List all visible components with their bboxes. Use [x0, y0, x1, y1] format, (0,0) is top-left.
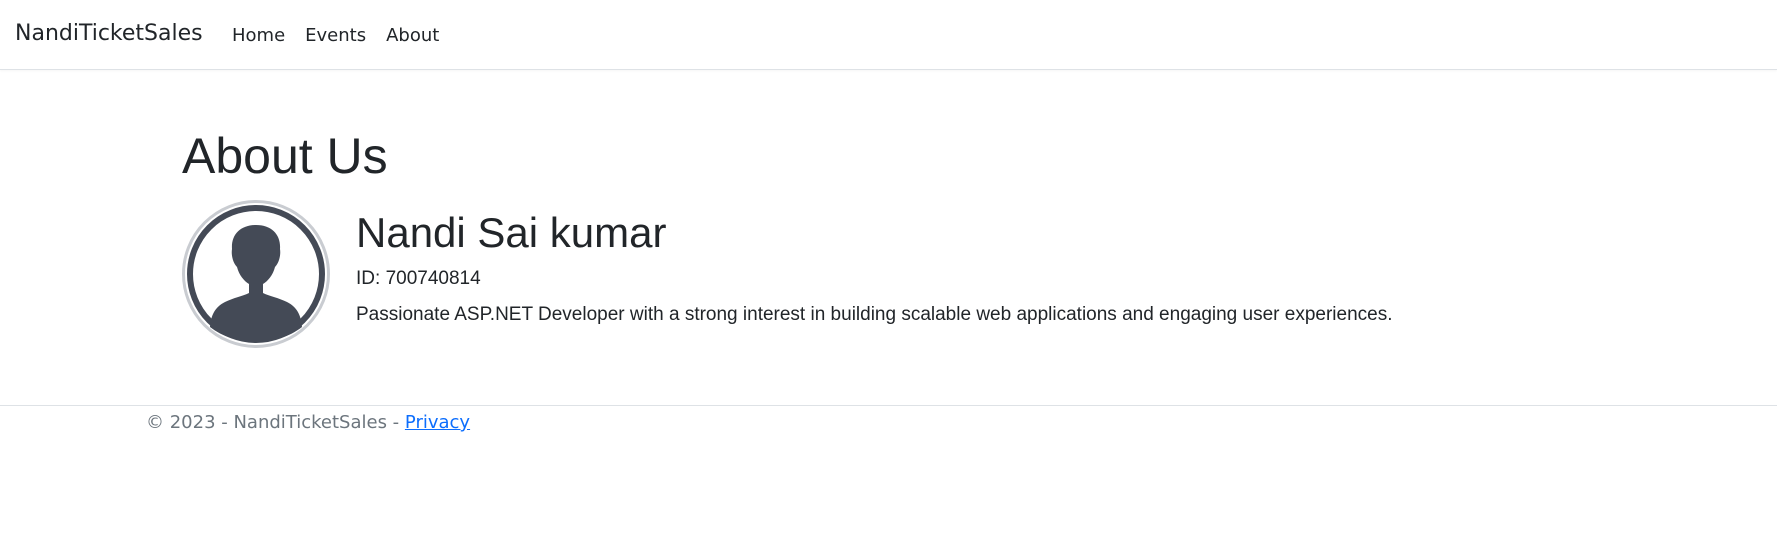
profile-id-value: 700740814 [385, 268, 481, 289]
avatar [182, 200, 330, 348]
nav-link-about[interactable]: About [386, 25, 439, 46]
footer-copyright: © 2023 - NandiTicketSales - [146, 412, 405, 433]
main-content: About Us Nandi Sai kumar ID: 700740814 P… [182, 126, 1582, 348]
profile-info: Nandi Sai kumar ID: 700740814 Passionate… [356, 200, 1393, 328]
profile-name: Nandi Sai kumar [356, 209, 667, 256]
profile-id-label: ID: [356, 268, 381, 289]
footer: © 2023 - NandiTicketSales - Privacy [0, 405, 1777, 433]
nav-link-home[interactable]: Home [232, 25, 285, 46]
nav-links: Home Events About [232, 25, 439, 46]
user-silhouette-icon [187, 205, 325, 343]
profile-id: ID: 700740814 [356, 266, 1393, 292]
page-title: About Us [182, 128, 388, 184]
profile-bio: Passionate ASP.NET Developer with a stro… [356, 304, 1393, 325]
navbar: NandiTicketSales Home Events About [0, 0, 1777, 70]
footer-text: © 2023 - NandiTicketSales - Privacy [146, 412, 470, 433]
brand-link[interactable]: NandiTicketSales [15, 21, 203, 46]
profile-card: Nandi Sai kumar ID: 700740814 Passionate… [182, 200, 1393, 348]
privacy-link[interactable]: Privacy [405, 412, 470, 433]
nav-link-events[interactable]: Events [305, 25, 366, 46]
